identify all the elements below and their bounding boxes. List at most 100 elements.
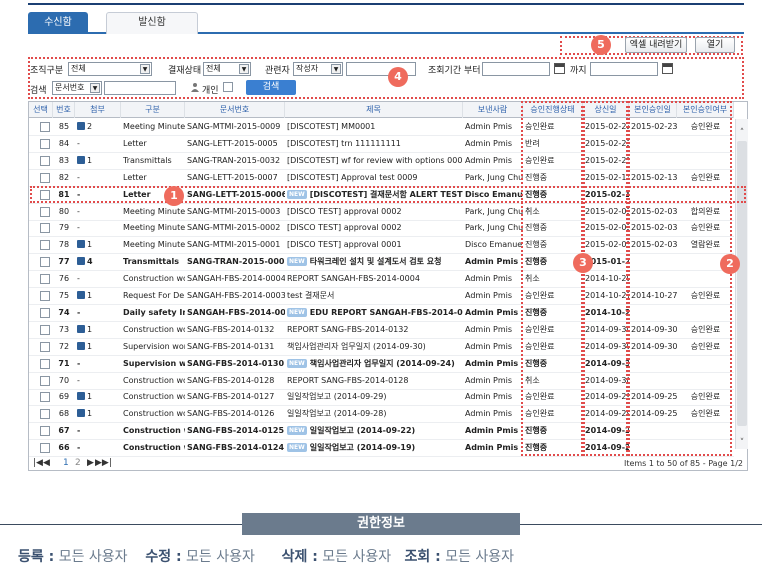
cell-title[interactable]: REPORT SANG-FBS-2014-0132 [285,322,463,338]
row-checkbox[interactable] [40,358,50,369]
excel-download-button[interactable]: 엑셀 내려받기 [625,37,687,53]
cell-title[interactable]: [DISCO TEST] approval 0001 [285,237,463,253]
cell-title[interactable]: REPORT SANGAH-FBS-2014-0004 [285,271,463,287]
row-checkbox[interactable] [40,443,50,454]
search-field-select[interactable]: 문서번호 ▼ [52,81,102,95]
cell-title[interactable]: test 결재문서 [285,288,463,304]
column-header[interactable]: 제목 [285,102,463,118]
view-label: 조회 : [404,549,441,565]
column-header[interactable]: 문서번호 [185,102,285,118]
last-page-button[interactable]: ▶▶| [95,458,112,468]
tab-sent[interactable]: 발신함 [106,12,198,34]
row-checkbox[interactable] [40,291,50,301]
cell-no: 75 [53,288,75,304]
next-page-button[interactable]: ▶ [87,458,94,468]
view-value: 모든 사용자 [445,549,515,565]
row-checkbox[interactable] [40,257,50,268]
cell-no: 76 [53,271,75,287]
disk-icon [77,122,85,130]
column-header[interactable]: 보낸사람 [463,102,523,118]
cell-title[interactable]: NEW 타워크레인 설치 및 설계도서 검토 요청 [285,254,463,270]
row-checkbox[interactable] [40,307,50,318]
row-checkbox[interactable] [40,138,50,149]
cell-text: Transmittals [123,257,180,267]
status-select[interactable]: 전체 ▼ [203,62,251,76]
cell-text: 72 [58,341,70,351]
cell-title[interactable]: [DISCO TEST] approval 0002 [285,220,463,236]
first-page-button[interactable]: |◀◀ [33,458,50,468]
chevron-down-icon: ▼ [331,64,341,74]
tab-received[interactable]: 수신함 [28,12,88,34]
open-button[interactable]: 열기 [695,37,735,53]
scroll-down-icon[interactable]: ˅ [736,437,748,449]
org-select[interactable]: 전체 ▼ [68,62,152,76]
calendar-icon[interactable] [662,63,673,74]
cell-title[interactable]: NEW 일일작업보고 (2014-09-22) [285,423,463,439]
scroll-up-icon[interactable]: ˄ [736,127,748,139]
cell-text: Construction wo [123,324,185,334]
annotation-my-approval-columns [628,101,732,456]
cell-title[interactable]: 책임사업관리자 업무일지 (2014-09-30) [285,339,463,355]
cell-type: Construction wo [121,271,185,287]
row-checkbox[interactable] [40,240,50,251]
cell-text: SANG-MTMI-2015-0009 [187,122,281,131]
cell-text: Construction w [123,426,185,436]
row-checkbox[interactable] [40,324,50,335]
cell-no: 77 [53,254,75,270]
cell-title[interactable]: [DISCOTEST] MM0001 [285,119,463,135]
row-checkbox[interactable] [40,155,50,166]
scroll-thumb[interactable] [737,141,747,426]
cell-title[interactable]: [DISCO TEST] approval 0002 [285,204,463,220]
page-2-link[interactable]: 2 [75,458,81,468]
search-input[interactable] [104,81,176,95]
cell-text: 73 [58,324,70,334]
cell-no: 72 [53,339,75,355]
row-checkbox[interactable] [40,375,50,386]
row-checkbox[interactable] [40,172,50,183]
cell-title[interactable]: 일일작업보고 (2014-09-28) [285,406,463,422]
cell-text: - [77,426,81,436]
vertical-scrollbar[interactable]: ˄ ˅ [735,119,748,449]
new-badge: NEW [287,426,307,436]
row-checkbox[interactable] [40,274,50,285]
disk-icon [77,155,85,164]
cell-title[interactable]: NEW 책임사업관리자 업무일지 (2014-09-24) [285,356,463,372]
cell-no: 69 [53,389,75,405]
column-header[interactable]: 번호 [53,102,75,118]
cell-text: Admin Pmis [465,375,513,385]
cell-text: Letter [123,138,147,148]
row-checkbox[interactable] [40,223,50,234]
period-to-input[interactable] [590,62,658,76]
column-header[interactable]: 구분 [121,102,185,118]
disk-icon [77,409,85,418]
column-header[interactable]: 첨부 [75,102,121,118]
cell-title[interactable]: [DISCOTEST] Approval test 0009 [285,170,463,186]
personal-label: 개인 [202,86,219,96]
row-checkbox[interactable] [40,341,50,352]
cell-title[interactable]: [DISCOTEST] trn 111111111 [285,136,463,152]
cell-text: 79 [58,223,70,233]
search-button[interactable]: 검색 [246,80,296,95]
row-checkbox[interactable] [40,409,50,420]
cell-text: Construction w [123,443,185,453]
cell-no: 80 [53,204,75,220]
cell-title[interactable]: NEW EDU REPORT SANGAH-FBS-2014-0002 [285,305,463,321]
row-checkbox[interactable] [40,122,50,132]
period-from-input[interactable] [482,62,550,76]
row-checkbox[interactable] [40,392,50,403]
column-header[interactable]: 선택 [29,102,53,118]
cell-title[interactable]: 일일작업보고 (2014-09-29) [285,389,463,405]
row-checkbox[interactable] [40,206,50,217]
row-checkbox[interactable] [40,426,50,437]
marker-2: 2 [720,254,740,274]
cell-title[interactable]: REPORT SANG-FBS-2014-0128 [285,373,463,389]
personal-checkbox[interactable] [223,82,233,92]
cell-att: - [75,170,121,186]
cell-text: SANG-FBS-2014-0125 [187,426,285,436]
page-1-link[interactable]: 1 [63,458,69,468]
calendar-icon[interactable] [554,63,565,74]
cell-title[interactable]: NEW 일일작업보고 (2014-09-19) [285,440,463,456]
cell-title[interactable]: [DISCOTEST] wf for review with options 0… [285,153,463,169]
permission-info: 등록 : 모든 사용자 수정 : 모든 사용자 삭제 : 모든 사용자 조회 :… [18,546,514,566]
related-select[interactable]: 작성자 ▼ [293,62,343,76]
